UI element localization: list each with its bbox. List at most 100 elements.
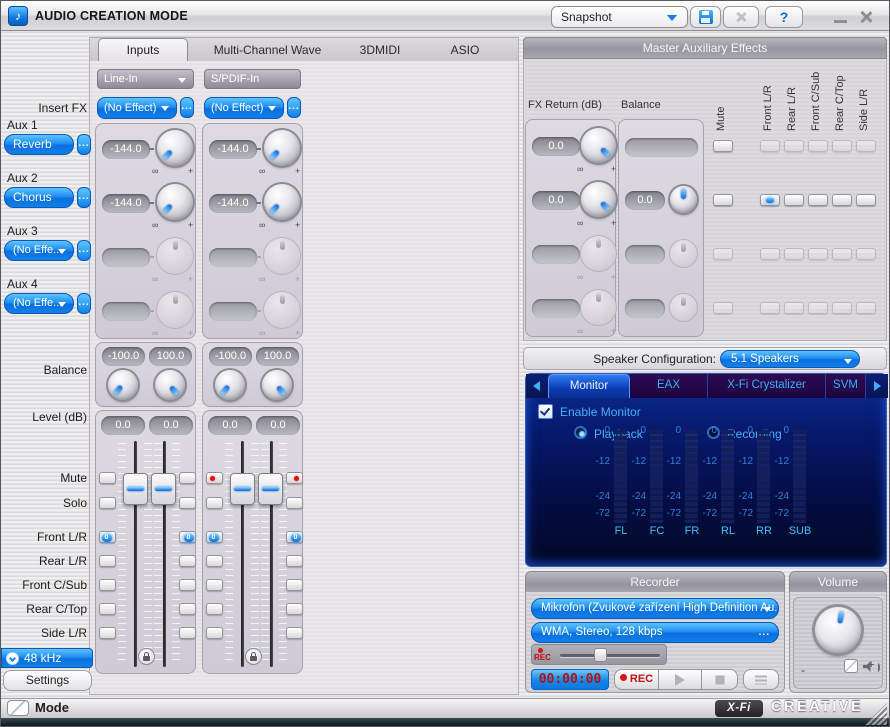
enable-monitor-checkbox[interactable]: [538, 404, 553, 419]
solo-right-button[interactable]: [286, 497, 303, 509]
solo-left-button[interactable]: [99, 497, 116, 509]
volume-knob[interactable]: [815, 607, 861, 653]
side-lr-right-button[interactable]: [179, 627, 196, 639]
fader-handle-right[interactable]: [151, 473, 176, 505]
master-route-2-side-lr[interactable]: [856, 194, 876, 206]
close-button[interactable]: [859, 10, 872, 23]
aux2-effect-button[interactable]: Chorus: [4, 187, 74, 208]
solo-left-button[interactable]: [206, 497, 223, 509]
front-lr-left-button[interactable]: 0: [206, 531, 223, 543]
tab-asio[interactable]: ASIO: [430, 38, 500, 62]
front-csub-right-button[interactable]: [179, 579, 196, 591]
master-route-2-front-csub[interactable]: [808, 194, 828, 206]
format-edit-button[interactable]: ...: [759, 623, 770, 642]
recorder-device-dropdown[interactable]: Mikrofon (Zvukové zařízení High Definiti…: [531, 598, 779, 619]
rear-lr-right-button[interactable]: [179, 555, 196, 567]
aux1-send-knob[interactable]: [157, 130, 193, 166]
balance-right-knob[interactable]: [262, 370, 292, 400]
master-route-2-rear-lr[interactable]: [784, 194, 804, 206]
balance-left-knob[interactable]: [108, 370, 138, 400]
front-lr-right-button[interactable]: 0: [179, 531, 196, 543]
rear-ctop-right-button[interactable]: [286, 603, 303, 615]
mute-left-button[interactable]: [206, 472, 223, 484]
aux2-send-knob[interactable]: [264, 184, 300, 220]
front-csub-right-button[interactable]: [286, 579, 303, 591]
rec-level-slider[interactable]: REC: [531, 644, 667, 665]
gang-lock-button[interactable]: [138, 648, 155, 665]
aux3-edit-button[interactable]: ...: [77, 240, 91, 261]
tabs-scroll-left-button[interactable]: [526, 374, 548, 398]
aux1-edit-button[interactable]: ...: [77, 134, 91, 155]
fader-handle-left[interactable]: [230, 473, 255, 505]
snapshot-delete-button[interactable]: [723, 6, 759, 28]
aux2-edit-button[interactable]: ...: [77, 187, 91, 208]
source-dropdown[interactable]: Line-In: [97, 69, 194, 89]
play-button[interactable]: [659, 669, 702, 690]
master-route-2-front-lr[interactable]: [760, 194, 780, 206]
tab-multichannel-wave[interactable]: Multi-Channel Wave: [200, 38, 335, 62]
solo-right-button[interactable]: [179, 497, 196, 509]
insert-fx-dropdown[interactable]: (No Effect): [97, 97, 177, 119]
balance-left-knob[interactable]: [215, 370, 245, 400]
insert-fx-edit-button[interactable]: ...: [287, 97, 301, 118]
master-route-2-rear-ctop[interactable]: [832, 194, 852, 206]
master-balance-2-knob[interactable]: [670, 186, 697, 213]
side-lr-right-button[interactable]: [286, 627, 303, 639]
aux3-effect-dropdown[interactable]: (No Effe...: [4, 240, 74, 261]
rear-ctop-left-button[interactable]: [99, 603, 116, 615]
fx-return-2-knob[interactable]: [581, 182, 616, 217]
settings-button[interactable]: Settings: [3, 670, 92, 691]
title-bar: ♪ AUDIO CREATION MODE Snapshot ?: [1, 1, 889, 31]
master-mute-1-button[interactable]: [713, 140, 733, 152]
front-csub-left-button[interactable]: [99, 579, 116, 591]
tab-inputs[interactable]: Inputs: [98, 38, 188, 62]
rear-ctop-left-button[interactable]: [206, 603, 223, 615]
aux4-edit-button[interactable]: ...: [77, 293, 91, 314]
tab-monitor[interactable]: Monitor: [548, 374, 630, 398]
insert-fx-dropdown[interactable]: (No Effect): [204, 97, 284, 119]
minimize-button[interactable]: [834, 20, 847, 23]
fx-return-1-knob[interactable]: [581, 128, 616, 163]
aux4-effect-dropdown[interactable]: (No Effe...: [4, 293, 74, 314]
aux1-effect-button[interactable]: Reverb: [4, 134, 74, 155]
fader-handle-left[interactable]: [123, 473, 148, 505]
aux2-send-knob[interactable]: [157, 184, 193, 220]
rear-ctop-right-button[interactable]: [179, 603, 196, 615]
master-mute-2-button[interactable]: [713, 194, 733, 206]
snapshot-save-button[interactable]: [690, 6, 721, 28]
mute-right-button[interactable]: [286, 472, 303, 484]
front-csub-left-button[interactable]: [206, 579, 223, 591]
tab-eax[interactable]: EAX: [630, 374, 708, 398]
stop-button[interactable]: [702, 669, 738, 690]
aux1-send-knob[interactable]: [264, 130, 300, 166]
recorder-format-row[interactable]: WMA, Stereo, 128 kbps ...: [531, 622, 779, 643]
fader-handle-right[interactable]: [258, 473, 283, 505]
tab-svm[interactable]: SVM: [826, 374, 866, 398]
help-button[interactable]: ?: [765, 6, 803, 28]
snapshot-dropdown[interactable]: Snapshot: [551, 6, 688, 28]
mute-toggle-button[interactable]: [844, 659, 858, 673]
front-lr-left-button[interactable]: 0: [99, 531, 116, 543]
rear-lr-right-button[interactable]: [286, 555, 303, 567]
side-lr-left-button[interactable]: [206, 627, 223, 639]
mute-left-button[interactable]: [99, 472, 116, 484]
level-left-value: 0.0: [101, 416, 145, 435]
speaker-config-dropdown[interactable]: 5.1 Speakers: [720, 350, 860, 368]
source-dropdown[interactable]: S/PDIF-In: [204, 69, 301, 89]
playlist-button[interactable]: [743, 669, 779, 690]
gang-lock-button[interactable]: [245, 648, 262, 665]
front-lr-right-button[interactable]: 0: [286, 531, 303, 543]
insert-fx-edit-button[interactable]: ...: [180, 97, 194, 118]
tab-3dmidi[interactable]: 3DMIDI: [335, 38, 425, 62]
mute-right-button[interactable]: [179, 472, 196, 484]
rear-lr-left-button[interactable]: [206, 555, 223, 567]
rear-lr-left-button[interactable]: [99, 555, 116, 567]
sample-rate-button[interactable]: 48 kHz: [1, 648, 93, 668]
tab-xfi-crystalizer[interactable]: X-Fi Crystalizer: [708, 374, 826, 398]
balance-right-knob[interactable]: [155, 370, 185, 400]
rec-level-handle[interactable]: [594, 648, 607, 662]
record-button[interactable]: REC: [614, 669, 659, 690]
side-lr-left-button[interactable]: [99, 627, 116, 639]
tabs-scroll-right-button[interactable]: [866, 374, 888, 398]
enable-monitor-label: Enable Monitor: [560, 405, 641, 419]
